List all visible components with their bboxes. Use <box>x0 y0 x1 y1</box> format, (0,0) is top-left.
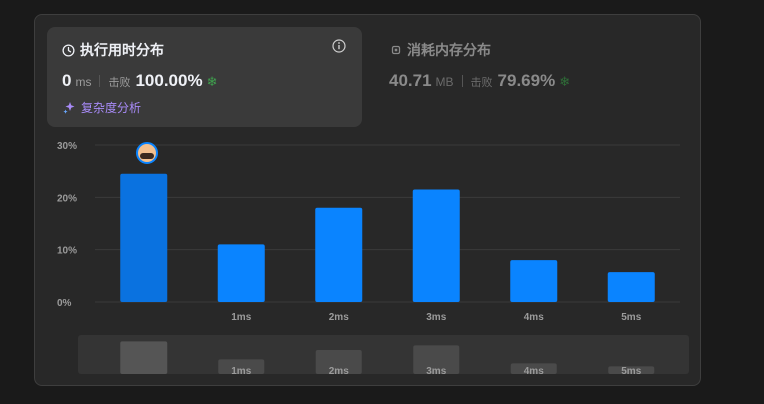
y-tick-label: 0% <box>57 298 72 309</box>
overview-bar <box>120 341 168 374</box>
overview-tick-label: 1ms <box>231 366 251 377</box>
x-tick-label: 3ms <box>426 312 446 323</box>
runtime-bar-chart: 0% 10% 20% 30% 1ms 2ms 3ms 4ms 5ms 1ms 2ms 3ms 4ms 5m… <box>57 141 689 377</box>
x-tick-label: 2ms <box>329 312 349 323</box>
x-tick-label: 4ms <box>524 312 544 323</box>
y-tick-label: 10% <box>57 246 77 257</box>
chart-bar[interactable] <box>412 189 460 302</box>
overview-tick-label: 2ms <box>329 366 349 377</box>
chart-bar[interactable] <box>607 272 655 302</box>
chart-bar[interactable] <box>510 260 558 302</box>
chart-bar[interactable] <box>217 244 265 302</box>
x-tick-label: 5ms <box>621 312 641 323</box>
y-tick-label: 20% <box>57 193 77 204</box>
chart-bar[interactable] <box>315 207 363 302</box>
overview-strip[interactable] <box>78 335 689 374</box>
y-tick-label: 30% <box>57 141 77 152</box>
user-avatar <box>136 142 158 164</box>
overview-tick-label: 4ms <box>524 366 544 377</box>
chart-bar[interactable] <box>120 173 168 302</box>
overview-tick-label: 5ms <box>621 366 641 377</box>
overview-tick-label: 3ms <box>426 366 446 377</box>
x-tick-label: 1ms <box>231 312 251 323</box>
